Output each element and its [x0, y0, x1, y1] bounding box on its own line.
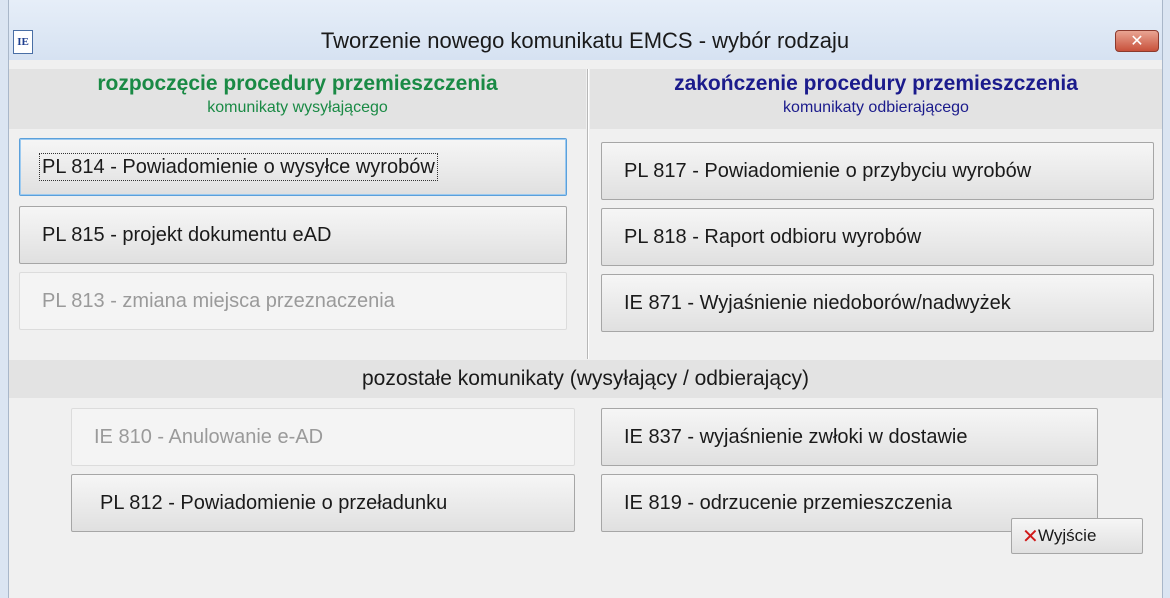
pl813-button: PL 813 - zmiana miejsca przeznaczenia	[19, 272, 567, 330]
exit-button-label: Wyjście	[1038, 526, 1097, 545]
pl812-button[interactable]: PL 812 - Powiadomienie o przeładunku	[71, 474, 575, 532]
pl814-button[interactable]: PL 814 - Powiadomienie o wysyłce wyrobów	[19, 138, 567, 196]
window-frame-left	[0, 0, 9, 598]
close-x-icon: ✕	[1022, 524, 1039, 548]
ie871-button-label: IE 871 - Wyjaśnienie niedoborów/nadwyżek	[624, 292, 1011, 314]
pl813-button-label: PL 813 - zmiana miejsca przeznaczenia	[42, 290, 395, 312]
sender-heading: rozpoczęcie procedury przemieszczenia	[97, 72, 498, 95]
dialog-window: IE Tworzenie nowego komunikatu EMCS - wy…	[0, 0, 1170, 598]
close-window-button[interactable]: ✕	[1115, 30, 1159, 52]
ie837-button-label: IE 837 - wyjaśnienie zwłoki w dostawie	[624, 426, 968, 448]
window-title: Tworzenie nowego komunikatu EMCS - wybór…	[320, 28, 850, 53]
pl817-button-label: PL 817 - Powiadomienie o przybyciu wyrob…	[624, 160, 1032, 182]
sender-subheading: komunikaty wysyłającego	[207, 99, 388, 116]
pl817-button[interactable]: PL 817 - Powiadomienie o przybyciu wyrob…	[601, 142, 1154, 200]
ie837-button[interactable]: IE 837 - wyjaśnienie zwłoki w dostawie	[601, 408, 1098, 466]
ie819-button-label: IE 819 - odrzucenie przemieszczenia	[624, 492, 952, 514]
ie810-button: IE 810 - Anulowanie e-AD	[71, 408, 575, 466]
pl815-button-label: PL 815 - projekt dokumentu eAD	[42, 224, 332, 246]
exit-button[interactable]: ✕ Wyjście	[1011, 518, 1143, 554]
receiver-heading: zakończenie procedury przemieszczenia	[674, 72, 1078, 95]
column-divider	[587, 69, 589, 359]
pl818-button-label: PL 818 - Raport odbioru wyrobów	[624, 226, 922, 248]
pl818-button[interactable]: PL 818 - Raport odbioru wyrobów	[601, 208, 1154, 266]
sender-header: rozpoczęcie procedury przemieszczenia ko…	[9, 69, 586, 129]
other-messages-heading: pozostałe komunikaty (wysyłający / odbie…	[9, 360, 1162, 398]
pl812-button-label: PL 812 - Powiadomienie o przeładunku	[100, 492, 448, 514]
title-bar[interactable]: IE Tworzenie nowego komunikatu EMCS - wy…	[0, 0, 1170, 60]
receiver-subheading: komunikaty odbierającego	[783, 99, 969, 116]
pl815-button[interactable]: PL 815 - projekt dokumentu eAD	[19, 206, 567, 264]
pl814-button-label: PL 814 - Powiadomienie o wysyłce wyrobów	[39, 153, 438, 181]
ie871-button[interactable]: IE 871 - Wyjaśnienie niedoborów/nadwyżek	[601, 274, 1154, 332]
window-frame-right	[1162, 0, 1170, 598]
receiver-header: zakończenie procedury przemieszczenia ko…	[590, 69, 1162, 129]
ie810-button-label: IE 810 - Anulowanie e-AD	[94, 426, 324, 448]
dialog-content: rozpoczęcie procedury przemieszczenia ko…	[9, 60, 1162, 598]
